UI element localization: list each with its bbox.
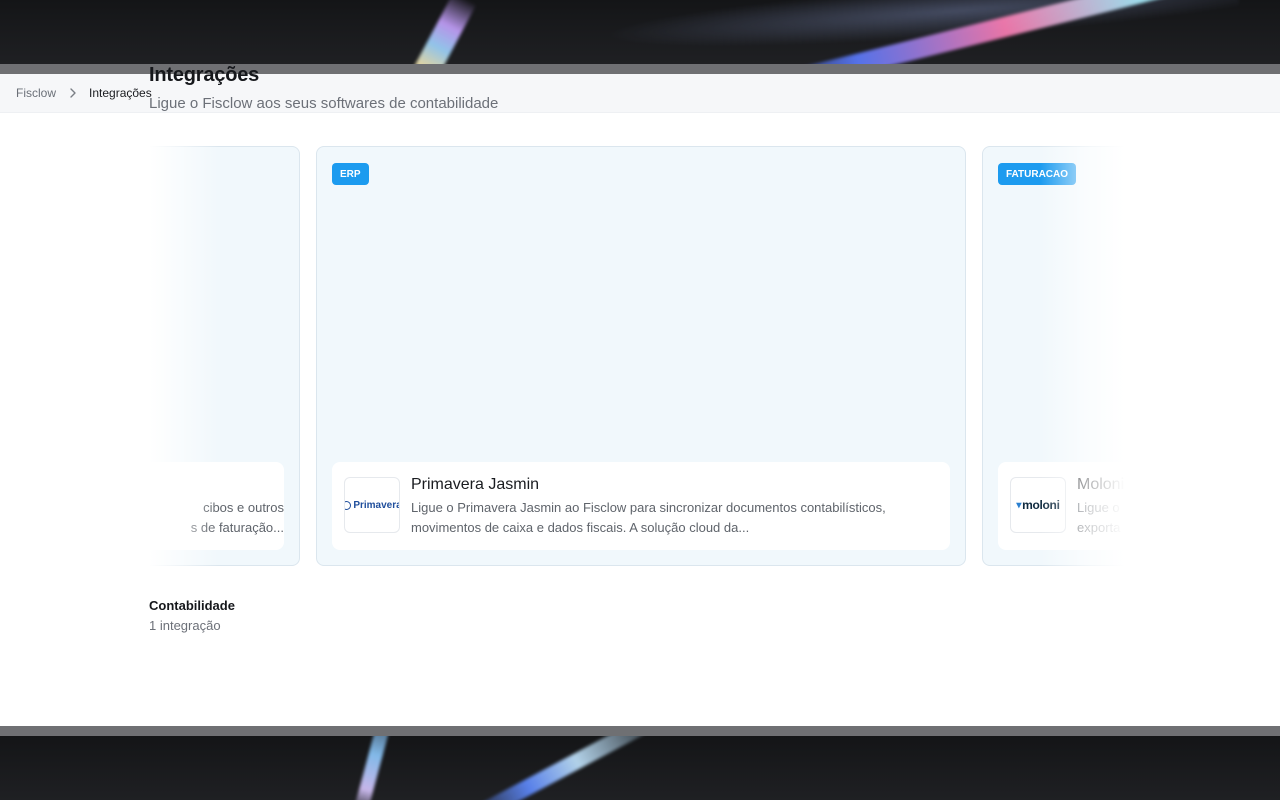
section-count: 1 integração [149, 618, 221, 633]
integration-card-primavera[interactable]: ERP Primavera Primavera Jasmin Ligue o P… [316, 146, 966, 566]
breadcrumb-root-link[interactable]: Fisclow [16, 86, 56, 100]
card-description: Ligue o Primavera Jasmin ao Fisclow para… [411, 500, 886, 535]
section-header: Contabilidade 1 integração [149, 598, 235, 633]
integration-card-previous[interactable]: cibos e outros s de faturação... [149, 146, 300, 566]
page-header: Integrações Ligue o Fisclow aos seus sof… [149, 64, 1149, 112]
background-bottom [0, 736, 1280, 800]
card-description: Ligue o exporta [1077, 500, 1121, 535]
category-badge: FATURACAO [998, 163, 1077, 185]
integrations-carousel[interactable]: cibos e outros s de faturação... ERP Pri… [149, 146, 1125, 566]
chevron-right-icon [69, 88, 77, 98]
card-description: cibos e outros s de faturação... [190, 500, 284, 535]
section-title: Contabilidade [149, 598, 235, 613]
background-top [0, 0, 1280, 64]
primavera-logo: Primavera [344, 477, 400, 533]
card-info: ▾ moloni Moloni Ligue o exporta [998, 462, 1125, 550]
page-title: Integrações [149, 64, 260, 86]
card-title: Primavera Jasmin [411, 476, 540, 493]
moloni-logo: ▾ moloni [1010, 477, 1066, 533]
card-info: cibos e outros s de faturação... [149, 462, 284, 550]
card-info: Primavera Primavera Jasmin Ligue o Prima… [332, 462, 950, 550]
category-badge: ERP [332, 163, 369, 185]
page-subtitle: Ligue o Fisclow aos seus softwares de co… [149, 95, 499, 112]
card-title: Moloni [1077, 476, 1125, 493]
window-shadow-bottom [0, 726, 1280, 736]
integration-card-moloni[interactable]: FATURACAO ▾ moloni Moloni Ligue o exporta [982, 146, 1125, 566]
breadcrumb-current: Integrações [89, 86, 152, 100]
